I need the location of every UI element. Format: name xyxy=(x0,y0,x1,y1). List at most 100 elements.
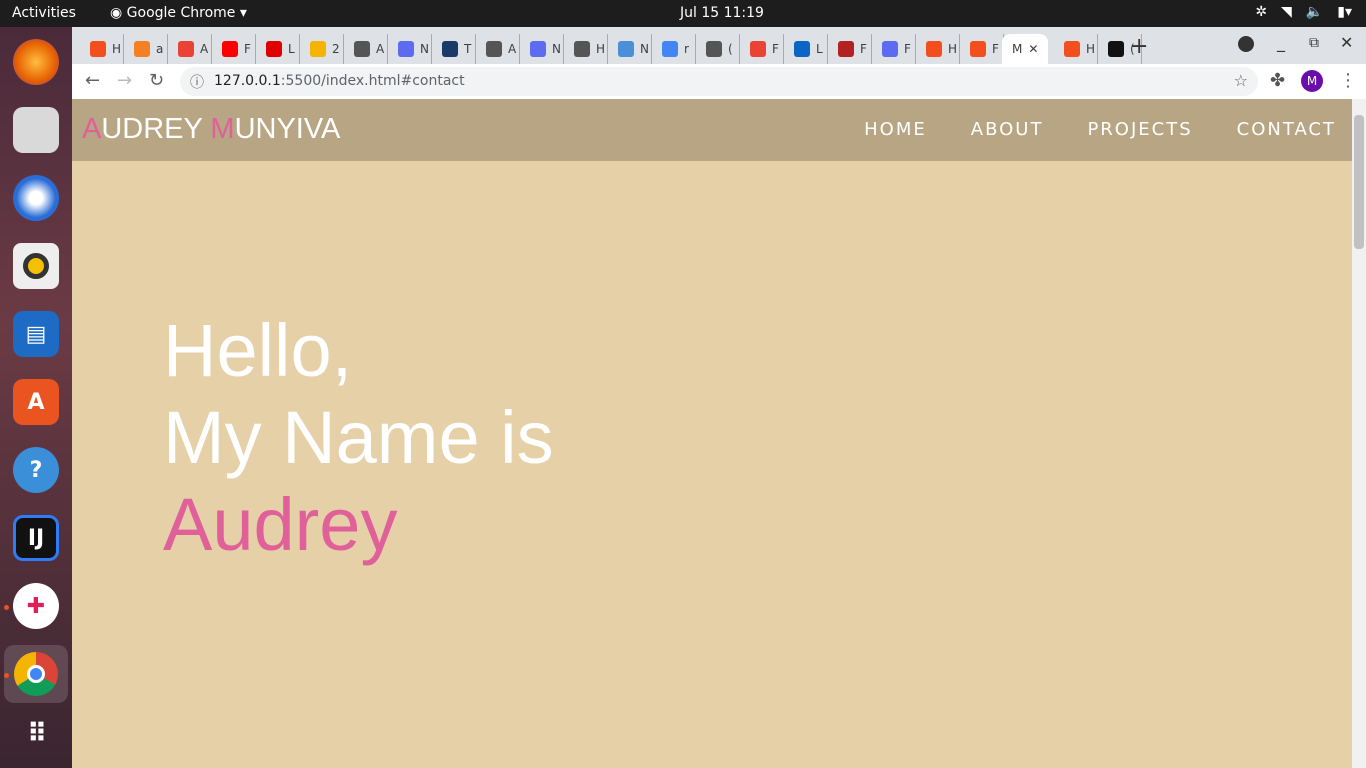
bookmark-star-icon[interactable]: ☆ xyxy=(1234,71,1248,90)
tab-favicon-icon xyxy=(442,41,458,57)
browser-tab[interactable]: N xyxy=(608,34,652,64)
app-menu[interactable]: ◉ Google Chrome ▾ xyxy=(110,5,247,21)
browser-tab[interactable]: N xyxy=(388,34,432,64)
software-icon[interactable]: A xyxy=(13,379,59,425)
tab-favicon-icon xyxy=(970,41,986,57)
browser-tab[interactable]: A xyxy=(476,34,520,64)
tab-favicon-icon xyxy=(706,41,722,57)
nav-projects[interactable]: PROJECTS xyxy=(1087,119,1192,140)
url-host: 127.0.0.1 xyxy=(214,73,281,89)
logo-text: UDREY xyxy=(101,113,211,145)
site-info-icon[interactable]: ⓘ xyxy=(190,72,204,92)
browser-tab[interactable]: F xyxy=(740,34,784,64)
tab-title: N xyxy=(420,42,429,56)
site-logo[interactable]: AUDREY MUNYIVA xyxy=(82,113,340,146)
tab-favicon-icon xyxy=(926,41,942,57)
tab-favicon-icon xyxy=(310,41,326,57)
tab-favicon-icon xyxy=(398,41,414,57)
browser-tab[interactable]: 2 xyxy=(300,34,344,64)
tab-favicon-icon xyxy=(90,41,106,57)
tab-title: M xyxy=(1012,42,1023,56)
browser-tab[interactable]: L xyxy=(784,34,828,64)
files-icon[interactable] xyxy=(13,107,59,153)
extensions-icon[interactable]: ✤ xyxy=(1270,70,1285,91)
maximize-button[interactable]: ⧉ xyxy=(1309,35,1319,51)
running-indicator xyxy=(4,605,9,610)
page-scrollbar[interactable] xyxy=(1352,99,1366,768)
tab-title: A xyxy=(200,42,209,56)
tab-search-icon[interactable] xyxy=(1238,36,1254,52)
close-tab-icon[interactable]: ✕ xyxy=(1028,42,1038,56)
hero-name: Audrey xyxy=(163,483,398,566)
browser-tab[interactable]: H xyxy=(80,34,124,64)
reload-button[interactable]: ↻ xyxy=(149,70,164,91)
profile-avatar[interactable]: M xyxy=(1301,70,1323,92)
writer-icon[interactable]: ▤ xyxy=(13,311,59,357)
system-tray[interactable]: ✲ ◥ 🔈 ▮▾ xyxy=(1255,4,1352,20)
tab-favicon-icon xyxy=(662,41,678,57)
browser-tab[interactable]: A xyxy=(168,34,212,64)
scrollbar-thumb[interactable] xyxy=(1354,115,1364,249)
browser-tab[interactable]: L xyxy=(256,34,300,64)
clock[interactable]: Jul 15 11:19 xyxy=(680,5,764,21)
address-bar[interactable]: ⓘ 127.0.0.1:5500/index.html#contact ☆ xyxy=(180,67,1258,96)
rhythmbox-icon[interactable] xyxy=(13,243,59,289)
app-name: Google Chrome xyxy=(126,5,236,21)
tab-favicon-icon xyxy=(838,41,854,57)
logo-text: UNYIVA xyxy=(234,113,341,145)
nav-about[interactable]: ABOUT xyxy=(971,119,1044,140)
browser-tab[interactable]: N xyxy=(520,34,564,64)
browser-tab[interactable]: r xyxy=(652,34,696,64)
intellij-icon[interactable]: IJ xyxy=(13,515,59,561)
tab-favicon-icon xyxy=(750,41,766,57)
browser-tabstrip: Ha A F L 2 A N T A N H Nr(F L F F H F M ✕ H( + _ ⧉ ✕ ← → ↻ … xyxy=(72,27,1366,99)
battery-icon: ▮▾ xyxy=(1337,4,1352,20)
tab-title: H xyxy=(1086,42,1096,56)
browser-tab[interactable]: F xyxy=(872,34,916,64)
close-window-button[interactable]: ✕ xyxy=(1340,33,1353,52)
tab-title: r xyxy=(684,42,689,56)
nav-contact[interactable]: CONTACT xyxy=(1237,119,1336,140)
browser-tab[interactable]: H xyxy=(916,34,960,64)
new-tab-button[interactable]: + xyxy=(1130,34,1148,59)
activities-button[interactable]: Activities xyxy=(12,5,76,21)
browser-tab[interactable]: H xyxy=(564,34,608,64)
tab-favicon-icon xyxy=(794,41,810,57)
hero-line-2: My Name is xyxy=(163,396,554,479)
tab-favicon-icon xyxy=(618,41,634,57)
menu-button[interactable]: ⋮ xyxy=(1339,70,1357,91)
browser-tab[interactable]: H xyxy=(1054,34,1098,64)
nav-home[interactable]: HOME xyxy=(864,119,927,140)
hero-line-1: Hello, xyxy=(163,309,353,392)
tab-favicon-icon xyxy=(882,41,898,57)
show-apps-icon[interactable]: ⠿ xyxy=(13,711,59,757)
browser-tab[interactable]: F xyxy=(960,34,1004,64)
browser-tab[interactable]: a xyxy=(124,34,168,64)
tab-title: L xyxy=(816,42,823,56)
browser-tab[interactable]: ( xyxy=(696,34,740,64)
back-button[interactable]: ← xyxy=(85,70,100,91)
logo-initial: M xyxy=(210,113,235,145)
site-nav: HOME ABOUT PROJECTS CONTACT xyxy=(864,119,1336,140)
network-icon: ✲ xyxy=(1255,4,1268,20)
thunderbird-icon[interactable] xyxy=(13,175,59,221)
tab-favicon-icon xyxy=(354,41,370,57)
tab-title: H xyxy=(596,42,606,56)
browser-tab[interactable]: T xyxy=(432,34,476,64)
browser-tab[interactable]: F xyxy=(212,34,256,64)
browser-tab[interactable]: F xyxy=(828,34,872,64)
firefox-icon[interactable] xyxy=(13,39,59,85)
help-icon[interactable]: ? xyxy=(13,447,59,493)
tab-favicon-icon xyxy=(266,41,282,57)
tab-title: A xyxy=(376,42,385,56)
volume-icon: 🔈 xyxy=(1305,4,1324,20)
tab-title: T xyxy=(464,42,472,56)
tab-favicon-icon xyxy=(178,41,194,57)
tab-title: F xyxy=(992,42,999,56)
minimize-button[interactable]: _ xyxy=(1277,33,1285,52)
browser-tab[interactable]: M ✕ xyxy=(1002,34,1048,64)
chrome-icon[interactable] xyxy=(4,645,68,703)
browser-tab[interactable]: A xyxy=(344,34,388,64)
forward-button[interactable]: → xyxy=(117,70,132,91)
slack-icon[interactable]: ✚ xyxy=(13,583,59,629)
